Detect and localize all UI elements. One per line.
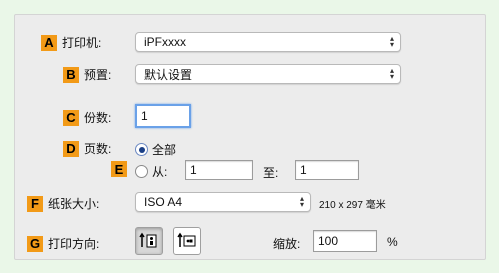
- select-arrows-icon: ▴ ▾: [299, 194, 304, 209]
- paper-size-value: ISO A4: [144, 195, 183, 209]
- scale-unit: %: [387, 235, 398, 249]
- portrait-orientation-icon: [139, 232, 157, 248]
- portrait-button[interactable]: [135, 227, 163, 255]
- pages-label: 页数:: [84, 142, 112, 156]
- printer-select[interactable]: iPFxxxx ▴ ▾: [135, 32, 401, 52]
- pages-row: D 页数:: [63, 140, 111, 157]
- orientation-label: 打印方向:: [48, 237, 100, 251]
- preset-value: 默认设置: [144, 67, 193, 82]
- select-arrows-icon: ▴ ▾: [389, 34, 394, 49]
- pages-from-input[interactable]: 1: [185, 160, 253, 180]
- scale-input[interactable]: 100: [313, 230, 377, 252]
- paper-size-select[interactable]: ISO A4 ▴ ▾: [135, 192, 311, 212]
- radio-range[interactable]: [135, 165, 148, 178]
- preset-row: B 预置:: [63, 66, 111, 83]
- pages-range-option[interactable]: 从:: [135, 163, 167, 180]
- pages-to-input[interactable]: 1: [295, 160, 359, 180]
- radio-all[interactable]: [135, 143, 148, 156]
- scale-label: 缩放:: [273, 237, 301, 251]
- pages-to-label: 至:: [263, 166, 279, 180]
- orientation-row: G 打印方向:: [27, 235, 99, 252]
- badge-a: A: [41, 34, 57, 51]
- pages-all-option[interactable]: 全部: [135, 141, 176, 158]
- copies-label: 份数:: [84, 111, 112, 125]
- pages-range-row: E: [111, 161, 132, 177]
- print-dialog-panel: A 打印机: iPFxxxx ▴ ▾ B 预置: 默认设置 ▴ ▾ C 份数: 1 …: [14, 14, 486, 260]
- paper-size-row: F 纸张大小:: [27, 195, 99, 212]
- pages-from-label: 从:: [152, 165, 168, 179]
- badge-b: B: [63, 66, 79, 83]
- badge-f: F: [27, 195, 43, 212]
- paper-size-label: 纸张大小:: [48, 197, 100, 211]
- badge-e: E: [111, 161, 127, 177]
- badge-d: D: [63, 140, 79, 157]
- landscape-orientation-icon: [177, 232, 196, 247]
- select-arrows-icon: ▴ ▾: [389, 66, 394, 81]
- badge-g: G: [27, 235, 43, 252]
- badge-c: C: [63, 109, 79, 126]
- preset-select[interactable]: 默认设置 ▴ ▾: [135, 64, 401, 84]
- pages-all-label: 全部: [152, 143, 177, 157]
- printer-value: iPFxxxx: [144, 35, 186, 49]
- printer-row: A 打印机:: [41, 34, 101, 51]
- landscape-button[interactable]: [173, 227, 201, 255]
- copies-row: C 份数:: [63, 109, 111, 126]
- printer-label: 打印机:: [62, 36, 102, 50]
- copies-input[interactable]: 1: [135, 104, 191, 128]
- paper-dimensions: 210 x 297 毫米: [319, 200, 386, 211]
- preset-label: 预置:: [84, 68, 112, 82]
